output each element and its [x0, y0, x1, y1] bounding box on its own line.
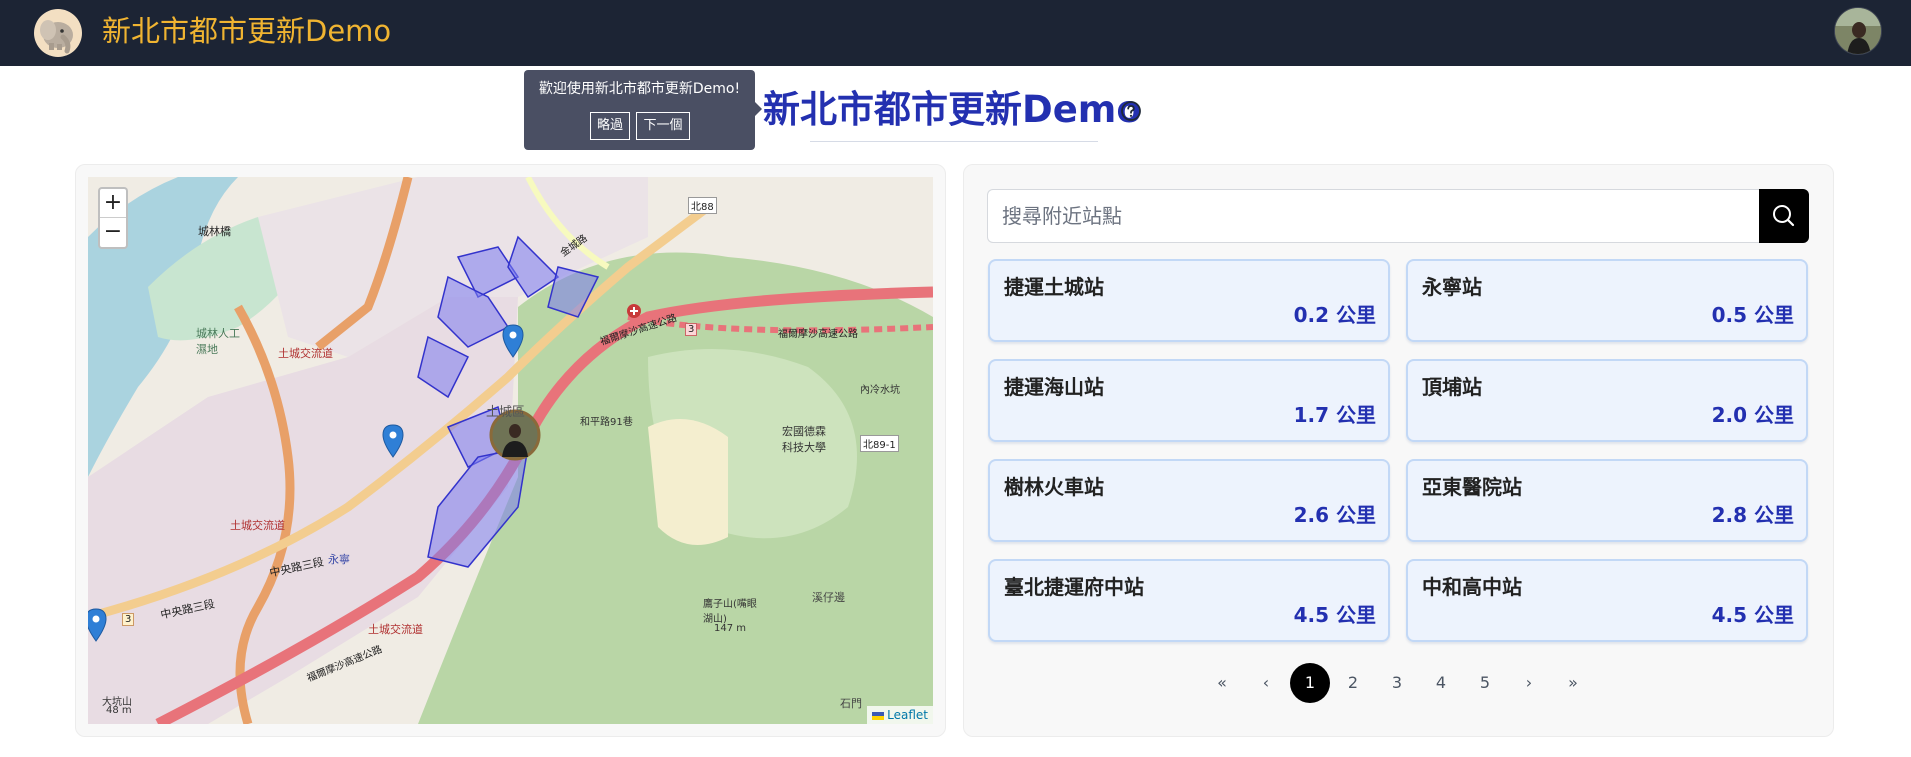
station-distance: 1.7 公里 [1293, 403, 1376, 427]
map-label: 3 [685, 323, 698, 336]
station-card[interactable]: 臺北捷運府中站 4.5 公里 [988, 559, 1390, 642]
map-label: 內冷水坑 [860, 385, 900, 396]
ukraine-flag-icon [872, 711, 885, 720]
page-title: 新北市都市更新Demo [763, 88, 1142, 131]
map-label: 147 m [714, 623, 747, 634]
next-page-button[interactable]: › [1518, 663, 1540, 703]
page-button[interactable]: 5 [1474, 663, 1496, 703]
station-distance: 2.0 公里 [1711, 403, 1794, 427]
map-label: 北89-1 [860, 435, 899, 452]
elephant-logo-icon[interactable] [34, 9, 82, 57]
prev-page-button[interactable]: ‹ [1255, 663, 1277, 703]
search-button[interactable] [1759, 189, 1809, 243]
map-label: 和平路91巷 [580, 417, 633, 428]
title-divider [810, 141, 1098, 142]
map-label: 48 m [106, 705, 132, 716]
station-card[interactable]: 永寧站 0.5 公里 [1406, 259, 1808, 342]
map-label: 土城區 [486, 405, 526, 420]
station-distance: 0.2 公里 [1293, 303, 1376, 327]
map-label: 石門 [840, 697, 862, 710]
zoom-out-button[interactable]: − [100, 218, 126, 247]
search-bar [987, 189, 1809, 243]
station-card[interactable]: 捷運土城站 0.2 公里 [988, 259, 1390, 342]
app-title[interactable]: 新北市都市更新Demo [102, 12, 391, 50]
map-view[interactable]: 城林橋 城林人工濕地 土城交流道 土城交流道 土城交流道 土城區 永寧 福爾摩沙… [88, 177, 933, 724]
station-name: 樹林火車站 [1004, 475, 1104, 499]
map-label: 3 [122, 613, 135, 626]
station-name: 捷運土城站 [1004, 275, 1104, 299]
station-card[interactable]: 亞東醫院站 2.8 公里 [1406, 459, 1808, 542]
search-icon [1773, 205, 1795, 227]
station-distance: 4.5 公里 [1711, 603, 1794, 627]
station-distance: 0.5 公里 [1711, 303, 1794, 327]
map-label: 土城交流道 [230, 519, 285, 532]
map-label: 宏國德霖科技大學 [782, 425, 826, 454]
question-circle-icon[interactable] [1120, 100, 1142, 122]
stations-card [963, 164, 1834, 737]
top-navbar: 新北市都市更新Demo [0, 0, 1911, 66]
station-card[interactable]: 樹林火車站 2.6 公里 [988, 459, 1390, 542]
station-name: 中和高中站 [1422, 575, 1522, 599]
attribution-link[interactable]: Leaflet [887, 708, 928, 722]
user-avatar[interactable] [1834, 7, 1882, 55]
map-label: 城林橋 [198, 225, 231, 238]
station-distance: 2.8 公里 [1711, 503, 1794, 527]
map-label: 北88 [688, 197, 717, 214]
page-button[interactable]: 4 [1430, 663, 1452, 703]
station-name: 亞東醫院站 [1422, 475, 1522, 499]
station-name: 頂埔站 [1422, 375, 1482, 399]
tour-skip-button[interactable]: 略過 [590, 112, 630, 140]
station-card[interactable]: 中和高中站 4.5 公里 [1406, 559, 1808, 642]
last-page-button[interactable]: » [1562, 663, 1584, 703]
map-label: 福爾摩沙高速公路 [778, 329, 858, 340]
station-card[interactable]: 捷運海山站 1.7 公里 [988, 359, 1390, 442]
page-button[interactable]: 3 [1386, 663, 1408, 703]
page-button[interactable]: 2 [1342, 663, 1364, 703]
station-name: 永寧站 [1422, 275, 1482, 299]
tour-tooltip: 歡迎使用新北市都市更新Demo! 略過 下一個 [524, 70, 755, 150]
station-name: 捷運海山站 [1004, 375, 1104, 399]
map-label: 城林人工濕地 [196, 327, 240, 356]
station-distance: 2.6 公里 [1293, 503, 1376, 527]
station-distance: 4.5 公里 [1293, 603, 1376, 627]
tour-message: 歡迎使用新北市都市更新Demo! [538, 81, 741, 97]
map-attribution[interactable]: Leaflet [867, 706, 933, 724]
zoom-in-button[interactable]: + [100, 189, 126, 218]
station-name: 臺北捷運府中站 [1004, 575, 1144, 599]
search-input[interactable] [987, 189, 1759, 243]
tour-next-button[interactable]: 下一個 [636, 112, 690, 140]
map-label: 永寧 [328, 553, 350, 566]
tour-tooltip-arrow [755, 102, 762, 116]
map-label: 鷹子山(嘴眼湖山) [703, 599, 757, 625]
zoom-control: + − [98, 187, 128, 249]
map-label: 土城交流道 [278, 347, 333, 360]
station-card[interactable]: 頂埔站 2.0 公里 [1406, 359, 1808, 442]
first-page-button[interactable]: « [1211, 663, 1233, 703]
map-label: 溪仔邊 [812, 591, 845, 604]
page-button[interactable]: 1 [1290, 663, 1330, 703]
map-label: 土城交流道 [368, 623, 423, 636]
